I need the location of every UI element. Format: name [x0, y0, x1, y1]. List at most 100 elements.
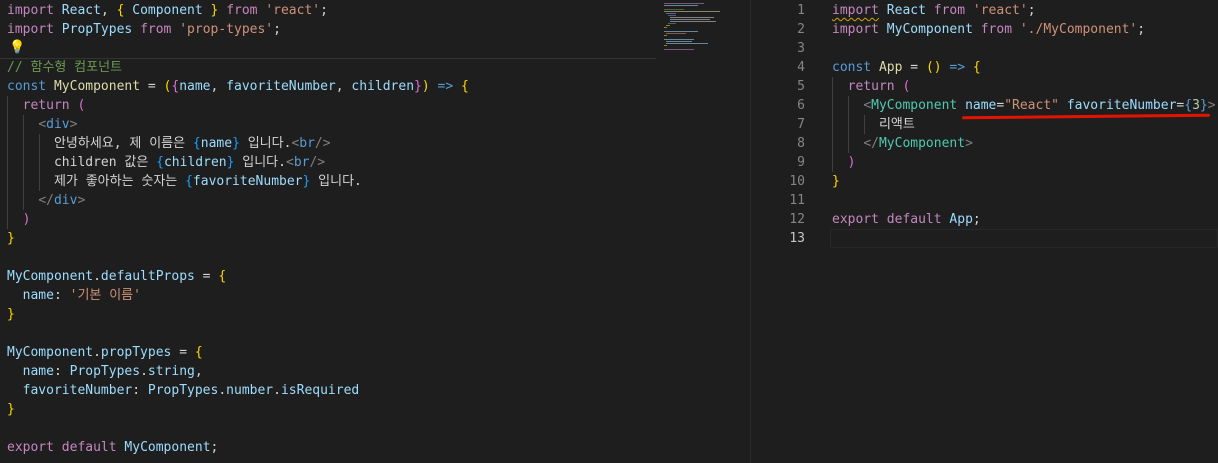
code-token: , — [335, 79, 352, 94]
code-token: } — [414, 79, 422, 94]
code-token: import — [7, 3, 54, 18]
line-number: 9 — [797, 155, 805, 170]
code-line[interactable]: 3 — [764, 39, 1218, 58]
code-line[interactable]: 2 import MyComponent from './MyComponent'… — [764, 20, 1218, 39]
minimap-line — [664, 11, 720, 12]
code-line[interactable]: name: '기본 이름' — [0, 286, 660, 305]
code-text: const MyComponent = ({name, favoriteNumb… — [7, 77, 469, 96]
code-line[interactable]: children 값은 {children} 입니다.<br/> — [0, 153, 660, 172]
code-line[interactable]: 안녕하세요, 제 이름은 {name} 입니다.<br/> — [0, 134, 660, 153]
minimap-line — [666, 25, 670, 26]
code-line[interactable] — [0, 419, 660, 438]
code-token: br — [293, 155, 310, 170]
code-token: /> — [309, 155, 326, 170]
code-token: MyComponent — [7, 345, 94, 360]
code-line[interactable]: import PropTypes from 'prop-types'; — [0, 20, 660, 39]
code-token: "React" — [1004, 98, 1059, 113]
code-line[interactable] — [0, 248, 660, 267]
code-line[interactable]: </div> — [0, 191, 660, 210]
code-line[interactable]: ) — [0, 210, 660, 229]
code-text: <div> — [7, 115, 77, 134]
code-line[interactable]: favoriteNumber: PropTypes.number.isRequi… — [0, 381, 660, 400]
editor-split-divider[interactable] — [750, 0, 765, 463]
code-line[interactable]: 4 const App = () => { — [764, 58, 1218, 77]
code-token: favoriteNumber — [226, 79, 336, 94]
code-line[interactable]: } — [0, 305, 660, 324]
code-token: 'prop-types' — [179, 22, 274, 37]
code-line[interactable]: 13 — [764, 229, 1218, 248]
code-token: React — [886, 3, 926, 18]
code-token: name — [965, 98, 997, 113]
code-token: App — [949, 212, 973, 227]
code-token: { — [1184, 98, 1193, 113]
code-token: MyComponent — [124, 440, 211, 455]
minimap[interactable] — [660, 0, 750, 463]
code-text: } — [7, 400, 15, 419]
code-line[interactable]: // 함수형 컴포넌트 — [0, 58, 660, 77]
editor-pane-app[interactable]: 1 import React from 'react'; 2 import MyCom… — [764, 0, 1218, 463]
line-number: 8 — [797, 136, 805, 151]
code-line[interactable]: } — [0, 400, 660, 419]
code-token: ; — [972, 212, 981, 227]
code-line[interactable]: 12 export default App; — [764, 210, 1218, 229]
code-text: } — [7, 305, 15, 324]
code-line[interactable]: 11 — [764, 191, 1218, 210]
code-token: : — [53, 364, 70, 379]
code-token: ; — [1027, 3, 1036, 18]
code-line[interactable]: 제가 좋아하는 숫자는 {favoriteNumber} 입니다. — [0, 172, 660, 191]
code-text: } — [832, 172, 840, 191]
line-number: 5 — [797, 79, 805, 94]
code-token: ; — [320, 3, 328, 18]
code-line[interactable]: MyComponent.defaultProps = { — [0, 267, 660, 286]
minimap-line — [666, 43, 708, 44]
line-number: 6 — [797, 98, 805, 113]
code-line[interactable] — [0, 324, 660, 343]
code-token: '기본 이름' — [69, 288, 141, 303]
code-line[interactable]: 1 import React from 'react'; — [764, 1, 1218, 20]
code-text: 리액트 — [832, 115, 915, 134]
code-token: // 함수형 컴포넌트 — [7, 60, 123, 75]
code-line[interactable]: const MyComponent = ({name, favoriteNumb… — [0, 77, 660, 96]
minimap-line — [670, 19, 710, 20]
code-line[interactable]: name: PropTypes.string, — [0, 362, 660, 381]
code-line[interactable]: } — [0, 229, 660, 248]
code-line[interactable]: 10} — [764, 172, 1218, 191]
code-token: ( — [925, 60, 934, 75]
sticky-scroll-divider — [0, 58, 656, 59]
code-line[interactable]: return ( — [0, 96, 660, 115]
code-line[interactable]: import React, { Component } from 'react'… — [0, 1, 660, 20]
code-text: import MyComponent from './MyComponent'; — [832, 20, 1145, 39]
code-token: div — [46, 117, 70, 132]
code-token: = — [194, 269, 219, 284]
code-line[interactable] — [0, 39, 660, 58]
code-token: ) — [933, 60, 942, 75]
code-token: PropTypes — [147, 383, 219, 398]
code-token: 'react' — [972, 3, 1028, 18]
code-token: const — [832, 60, 872, 75]
code-token: import — [832, 22, 879, 37]
indent-guide — [832, 77, 833, 172]
code-token: { — [461, 79, 469, 94]
editor-pane-mycomponent[interactable]: import React, { Component } from 'react'… — [0, 0, 660, 463]
lightbulb-icon[interactable]: 💡 — [9, 38, 25, 57]
line-number: 2 — [797, 22, 805, 37]
code-line[interactable]: export default MyComponent; — [0, 438, 660, 457]
indent-guide — [864, 115, 865, 134]
code-token: favoriteNumber — [1066, 98, 1177, 113]
code-text: export default MyComponent; — [7, 438, 218, 457]
code-text: ) — [7, 210, 31, 229]
code-token: export — [7, 440, 54, 455]
code-token: 입니다. — [310, 174, 362, 189]
code-line[interactable]: MyComponent.propTypes = { — [0, 343, 660, 362]
code-token: 제가 좋아하는 숫자는 — [7, 174, 186, 189]
code-line[interactable]: <div> — [0, 115, 660, 134]
